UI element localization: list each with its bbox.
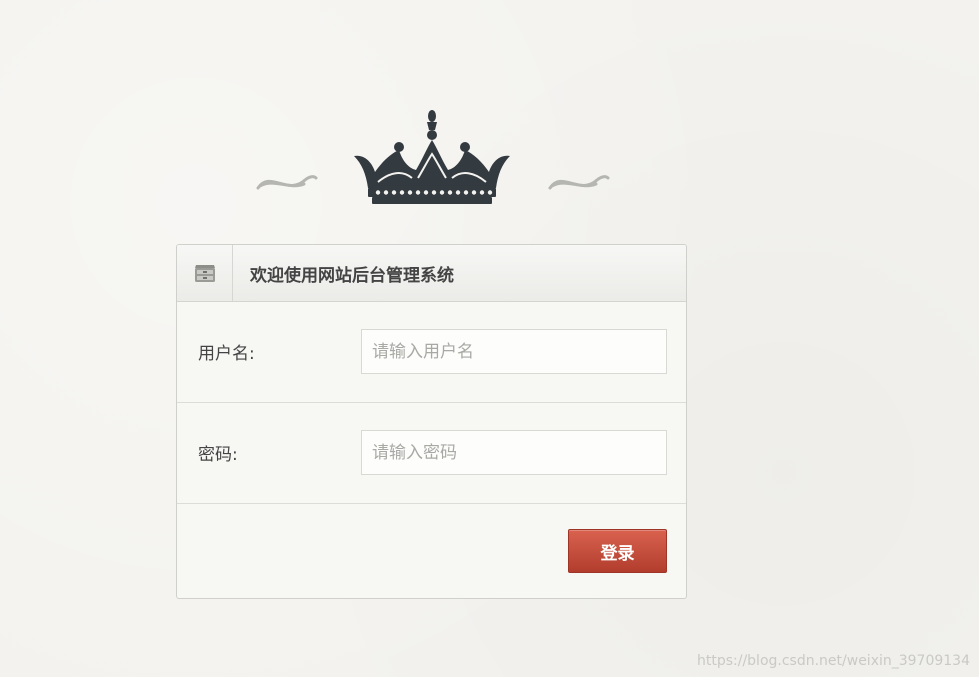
- panel-title: 欢迎使用网站后台管理系统: [250, 265, 454, 286]
- header-icon-box: [177, 245, 233, 301]
- left-flourish-icon: [256, 175, 318, 190]
- password-label: 密码:: [198, 445, 238, 465]
- panel-header: 欢迎使用网站后台管理系统: [177, 245, 686, 302]
- crown-jewels: [375, 190, 493, 195]
- username-input[interactable]: [361, 329, 667, 374]
- crown-icon: [256, 110, 610, 204]
- right-flourish-icon: [548, 175, 610, 190]
- login-panel: 欢迎使用网站后台管理系统 用户名: 密码: 登录: [176, 244, 687, 599]
- password-row: 密码:: [177, 403, 686, 504]
- crown-shape: [354, 110, 510, 204]
- password-input[interactable]: [361, 430, 667, 475]
- form-footer: 登录: [177, 504, 686, 598]
- login-button[interactable]: 登录: [568, 529, 667, 573]
- username-label: 用户名:: [198, 344, 255, 364]
- username-row: 用户名:: [177, 302, 686, 403]
- watermark-text: https://blog.csdn.net/weixin_39709134: [696, 653, 970, 669]
- cabinet-icon: [194, 265, 215, 282]
